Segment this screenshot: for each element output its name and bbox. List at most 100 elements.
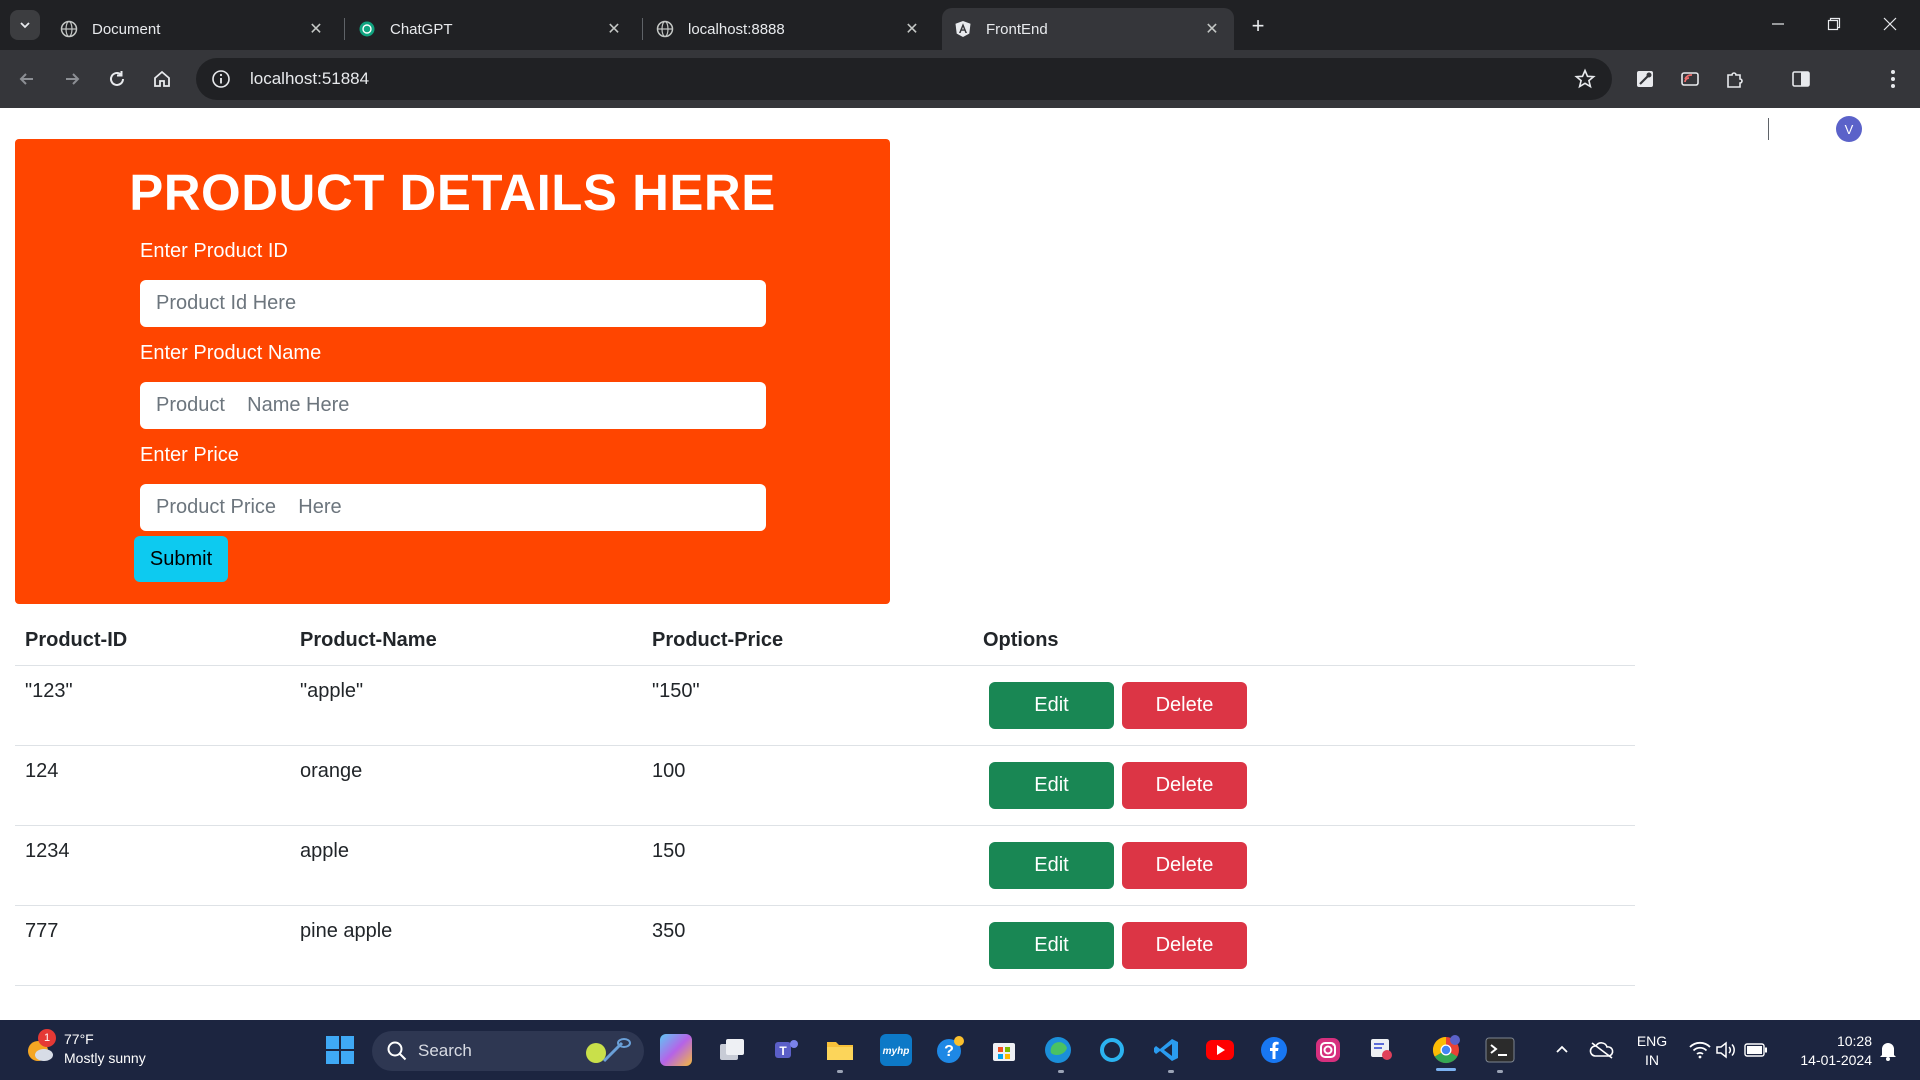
tab-title: FrontEnd (986, 20, 1048, 38)
tab-frontend[interactable]: FrontEnd ✕ (942, 8, 1234, 50)
onedrive-offline-icon[interactable] (1586, 1034, 1618, 1066)
youtube-icon[interactable] (1204, 1034, 1236, 1066)
chrome-active-indicator (1436, 1068, 1456, 1071)
profile-avatar[interactable]: V (1836, 116, 1862, 142)
angular-icon (954, 20, 972, 38)
language-indicator[interactable]: ENG IN (1630, 1032, 1674, 1070)
tab-title: ChatGPT (390, 20, 453, 38)
cortana-circle-icon[interactable] (1096, 1034, 1128, 1066)
windows-start-icon[interactable] (322, 1032, 358, 1068)
weather-sun-icon: 1 (24, 1029, 56, 1065)
cell-product-name: "apple" (290, 665, 642, 746)
facebook-icon[interactable] (1258, 1034, 1290, 1066)
copilot-icon[interactable] (660, 1034, 692, 1066)
forward-arrow-icon[interactable] (55, 62, 89, 96)
language-code: ENG (1636, 1033, 1668, 1049)
cell-options: Edit Delete (973, 905, 1635, 986)
tab-document[interactable]: Document ✕ (48, 8, 338, 50)
back-arrow-icon[interactable] (10, 62, 44, 96)
terminal-icon[interactable] (1484, 1034, 1516, 1066)
cell-product-name: orange (290, 745, 642, 826)
clock[interactable]: 10:28 14-01-2024 (1776, 1032, 1872, 1070)
product-id-input[interactable] (140, 280, 766, 327)
weather-notification-badge: 1 (38, 1029, 56, 1047)
notification-bell-icon[interactable] (1872, 1034, 1904, 1066)
table-row: "123" "apple" "150" Edit Delete (15, 665, 1635, 746)
reload-icon[interactable] (100, 62, 134, 96)
url-text[interactable]: localhost:51884 (250, 69, 369, 89)
extension-tool-icon[interactable] (1628, 62, 1662, 96)
edge-browser-icon[interactable] (1042, 1034, 1074, 1066)
table-row: 124 orange 100 Edit Delete (15, 745, 1635, 826)
taskbar-search-box[interactable]: Search (372, 1031, 644, 1071)
product-price-input[interactable] (140, 484, 766, 531)
header-product-price: Product-Price (642, 617, 973, 666)
new-tab-plus-icon[interactable]: + (1244, 12, 1272, 40)
chrome-icon[interactable] (1430, 1034, 1462, 1066)
product-name-input[interactable] (140, 382, 766, 429)
address-bar[interactable]: localhost:51884 (196, 58, 1612, 100)
tab-chatgpt[interactable]: ChatGPT ✕ (346, 8, 636, 50)
cell-options: Edit Delete (973, 825, 1635, 906)
cell-product-name: pine apple (290, 905, 642, 986)
vscode-icon[interactable] (1150, 1034, 1182, 1066)
kebab-menu-icon[interactable] (1876, 62, 1910, 96)
bookmark-star-icon[interactable] (1574, 68, 1596, 90)
tab-close-icon[interactable]: ✕ (306, 19, 326, 39)
close-window-icon[interactable] (1862, 0, 1918, 48)
explorer-running-indicator (837, 1070, 843, 1073)
cell-options: Edit Delete (973, 665, 1635, 746)
clock-date: 14-01-2024 (1800, 1052, 1872, 1068)
home-icon[interactable] (145, 62, 179, 96)
help-icon[interactable]: ? (934, 1034, 966, 1066)
file-explorer-icon[interactable] (824, 1034, 856, 1066)
delete-button[interactable]: Delete (1122, 761, 1247, 809)
edit-button[interactable]: Edit (989, 761, 1114, 809)
form-title: PRODUCT DETAILS HERE (129, 164, 776, 221)
svg-text:myhp: myhp (883, 1046, 910, 1057)
svg-text:T: T (779, 1044, 787, 1058)
myhp-icon[interactable]: myhp (880, 1034, 912, 1066)
terminal-running-indicator (1497, 1070, 1503, 1073)
show-hidden-icons-chevron-icon[interactable] (1546, 1034, 1578, 1066)
weather-widget[interactable]: 1 77°F Mostly sunny (24, 1029, 146, 1068)
tab-localhost-8888[interactable]: localhost:8888 ✕ (644, 8, 934, 50)
teams-icon[interactable]: T (770, 1034, 802, 1066)
microsoft-store-icon[interactable] (988, 1034, 1020, 1066)
volume-icon[interactable] (1710, 1034, 1742, 1066)
globe-icon (656, 20, 674, 38)
tab-separator (344, 18, 345, 40)
edit-button[interactable]: Edit (989, 681, 1114, 729)
edit-button[interactable]: Edit (989, 841, 1114, 889)
delete-button[interactable]: Delete (1122, 681, 1247, 729)
cell-product-id: "123" (15, 665, 290, 746)
instagram-icon[interactable] (1312, 1034, 1344, 1066)
header-product-name: Product-Name (290, 617, 642, 666)
tab-separator (642, 18, 643, 40)
cell-product-id: 1234 (15, 825, 290, 906)
search-icon (386, 1040, 408, 1062)
windows-taskbar: 1 77°F Mostly sunny Search T myhp ? ENG … (0, 1020, 1920, 1080)
tab-title: Document (92, 20, 161, 38)
snipping-tool-icon[interactable] (1366, 1034, 1398, 1066)
delete-button[interactable]: Delete (1122, 921, 1247, 969)
puzzle-extensions-icon[interactable] (1718, 62, 1752, 96)
cast-extension-icon[interactable] (1673, 62, 1707, 96)
edit-button[interactable]: Edit (989, 921, 1114, 969)
svg-text:?: ? (944, 1043, 954, 1060)
restore-icon[interactable] (1806, 0, 1862, 48)
delete-button[interactable]: Delete (1122, 841, 1247, 889)
browser-tab-strip: Document ✕ ChatGPT ✕ localhost:8888 ✕ Fr… (0, 0, 1920, 50)
side-panel-icon[interactable] (1784, 62, 1818, 96)
task-view-icon[interactable] (716, 1034, 748, 1066)
table-header-row: Product-ID Product-Name Product-Price Op… (15, 617, 1635, 666)
tab-close-icon[interactable]: ✕ (1202, 19, 1222, 39)
tab-search-chevron-icon[interactable] (10, 10, 40, 40)
tab-close-icon[interactable]: ✕ (902, 19, 922, 39)
submit-button[interactable]: Submit (134, 536, 228, 582)
minimize-icon[interactable] (1750, 0, 1806, 48)
battery-icon[interactable] (1740, 1034, 1772, 1066)
header-product-id: Product-ID (15, 617, 290, 666)
tab-close-icon[interactable]: ✕ (604, 19, 624, 39)
site-info-icon[interactable] (210, 68, 232, 90)
